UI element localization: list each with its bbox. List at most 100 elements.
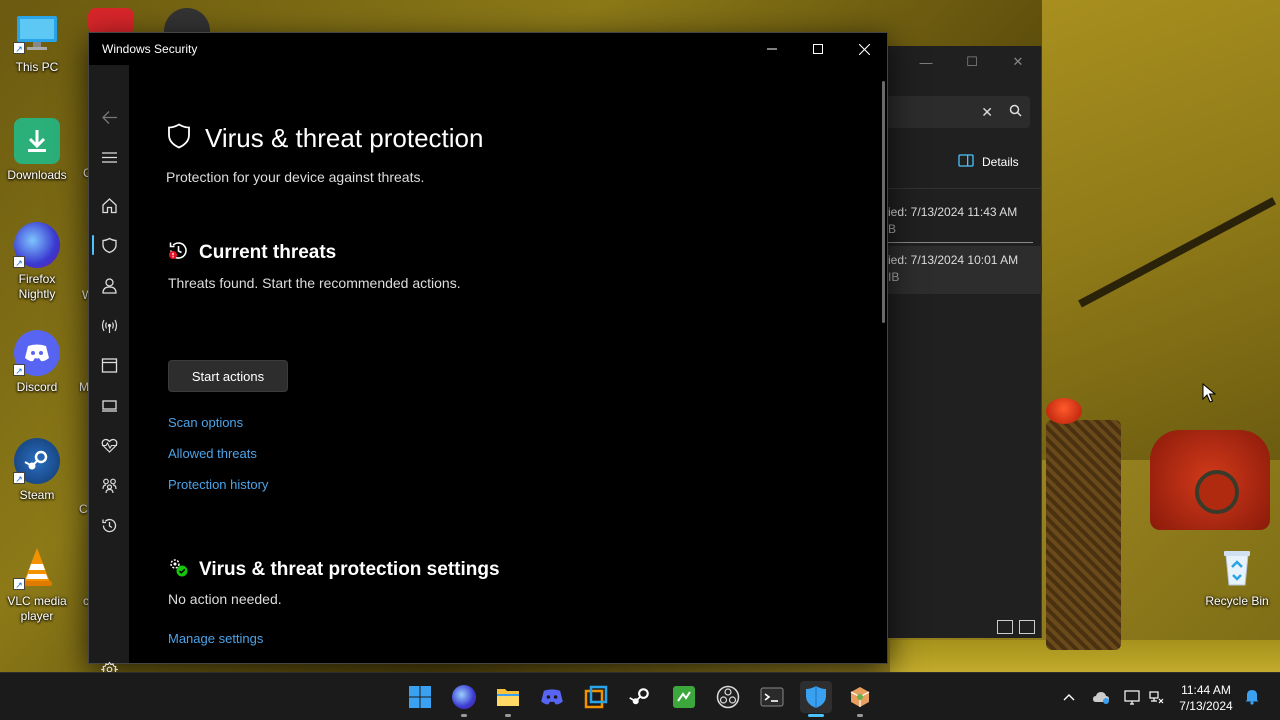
recycle-bin-icon: [1214, 544, 1260, 590]
nav-app-browser-control[interactable]: [89, 345, 129, 385]
desktop-icon-label: Downloads: [7, 168, 67, 182]
section-heading-settings: Virus & threat protection settings: [199, 559, 500, 580]
manage-settings-link[interactable]: Manage settings: [168, 631, 263, 646]
desktop-icon-recycle-bin[interactable]: Recycle Bin: [1200, 544, 1274, 609]
taskbar-discord[interactable]: [536, 681, 568, 713]
nav-device-security[interactable]: [89, 385, 129, 425]
taskbar-windows-security[interactable]: [800, 681, 832, 717]
background-explorer-window[interactable]: — ☐ ✕ ✕ Details ied: 7/13/2024 11:43 AM …: [888, 46, 1042, 638]
file-explorer-icon: [497, 689, 519, 706]
clock-date: 7/13/2024: [1179, 699, 1233, 713]
details-pane-button[interactable]: Details: [958, 154, 1019, 170]
nav-account-protection[interactable]: [89, 265, 129, 305]
minimize-button[interactable]: —: [903, 46, 949, 78]
minimize-button[interactable]: [749, 33, 795, 65]
taskbar-steam[interactable]: [624, 681, 656, 713]
partial-icon-label: C: [79, 502, 88, 516]
file-row[interactable]: ied: 7/13/2024 11:43 AM B: [888, 198, 1042, 246]
file-modified: ied: 7/13/2024 10:01 AM: [888, 253, 1019, 267]
show-hidden-icons-button[interactable]: [1060, 693, 1078, 701]
desktop-icon-label: Steam: [19, 488, 55, 502]
allowed-threats-link[interactable]: Allowed threats: [168, 446, 257, 461]
taskbar-terminal[interactable]: [756, 681, 788, 713]
close-button[interactable]: ✕: [995, 46, 1041, 78]
windows-security-window[interactable]: Windows Security Virus & threat protecti…: [88, 32, 888, 678]
desktop-icon-label: Discord: [16, 380, 58, 394]
desktop-icon-this-pc[interactable]: ↗ This PC: [0, 10, 74, 75]
page-subtitle: Protection for your device against threa…: [166, 169, 425, 185]
maximize-button[interactable]: [795, 33, 841, 65]
desktop-icon-label: Recycle Bin: [1205, 594, 1269, 608]
clock[interactable]: 11:44 AM 7/13/2024: [1176, 682, 1236, 714]
title-bar[interactable]: Windows Security: [89, 33, 887, 65]
obs-icon: [716, 685, 740, 709]
details-pane-icon: [958, 154, 974, 170]
partial-obs-icon[interactable]: [164, 8, 210, 34]
app-icon: [584, 685, 608, 709]
nav-device-performance-health[interactable]: [89, 425, 129, 465]
protection-history-link[interactable]: Protection history: [168, 477, 268, 492]
person-icon: [101, 277, 117, 294]
file-row[interactable]: ied: 7/13/2024 10:01 AM IB: [888, 246, 1042, 294]
taskbar-app[interactable]: [580, 681, 612, 713]
settings-gears-check-icon: [168, 557, 189, 583]
windows-security-icon: [806, 686, 826, 708]
page-title: Virus & threat protection: [205, 123, 484, 153]
taskbar-obs[interactable]: [712, 681, 744, 713]
close-button[interactable]: [841, 33, 887, 65]
taskbar-terminal-green[interactable]: [668, 681, 700, 713]
scan-options-link[interactable]: Scan options: [168, 415, 243, 430]
windows-start-icon: [409, 686, 431, 708]
threat-status-text: Threats found. Start the recommended act…: [168, 275, 461, 291]
notification-center-button[interactable]: [1244, 687, 1260, 710]
start-actions-button[interactable]: Start actions: [168, 360, 288, 392]
nav-firewall-network[interactable]: [89, 305, 129, 345]
maximize-button[interactable]: ☐: [949, 46, 995, 78]
display-button[interactable]: [1120, 689, 1144, 705]
start-button[interactable]: [404, 681, 436, 713]
menu-button[interactable]: [89, 137, 129, 177]
taskbar-settings-app[interactable]: [844, 681, 876, 717]
nav-protection-history[interactable]: [89, 505, 129, 545]
download-folder-icon: [14, 118, 60, 164]
nav-home[interactable]: [89, 185, 129, 225]
back-arrow-icon: [101, 110, 117, 124]
desktop-icon-vlc[interactable]: ↗ VLC media player: [0, 544, 74, 624]
network-button[interactable]: [1144, 689, 1168, 705]
onedrive-button[interactable]: [1086, 690, 1116, 704]
settings-status-text: No action needed.: [168, 591, 282, 607]
clock-time: 11:44 AM: [1181, 683, 1231, 697]
taskbar-file-explorer[interactable]: [492, 681, 524, 717]
desktop-icon-label: This PC: [15, 60, 59, 74]
discord-icon: [541, 689, 563, 705]
nav-family-options[interactable]: [89, 465, 129, 505]
app-browser-icon: [101, 357, 117, 373]
mouse-cursor: [1202, 382, 1217, 408]
tiles-view-icon[interactable]: [1019, 620, 1035, 634]
desktop-icon-firefox-nightly[interactable]: ↗ Firefox Nightly: [0, 222, 74, 302]
laptop-icon: [101, 399, 117, 412]
back-button[interactable]: [89, 97, 129, 137]
heart-pulse-icon: [101, 438, 117, 453]
details-view-icon[interactable]: [997, 620, 1013, 634]
taskbar-firefox[interactable]: [448, 681, 480, 717]
nav-virus-threat-protection[interactable]: [89, 225, 129, 265]
partial-app-icon[interactable]: [88, 8, 134, 34]
hamburger-menu-icon: [101, 151, 117, 163]
terminal-green-icon: [673, 686, 695, 708]
system-tray: [1060, 673, 1168, 720]
clear-search-icon[interactable]: ✕: [981, 104, 993, 121]
desktop-icon-discord[interactable]: ↗ Discord: [0, 330, 74, 395]
taskbar: 11:44 AM 7/13/2024: [0, 672, 1280, 720]
terminal-icon: [760, 687, 784, 707]
search-box[interactable]: ✕: [888, 96, 1030, 128]
search-icon[interactable]: [1009, 104, 1022, 120]
section-heading-current-threats: Current threats: [199, 242, 337, 263]
desktop-icon-downloads[interactable]: Downloads: [0, 118, 74, 183]
firefox-icon: [452, 685, 476, 709]
settings-cube-icon: [850, 687, 870, 707]
main-content: Virus & threat protection Protection for…: [129, 65, 887, 663]
file-size: B: [888, 222, 897, 236]
desktop-icon-steam[interactable]: ↗ Steam: [0, 438, 74, 503]
wireless-antenna-icon: [101, 319, 117, 333]
